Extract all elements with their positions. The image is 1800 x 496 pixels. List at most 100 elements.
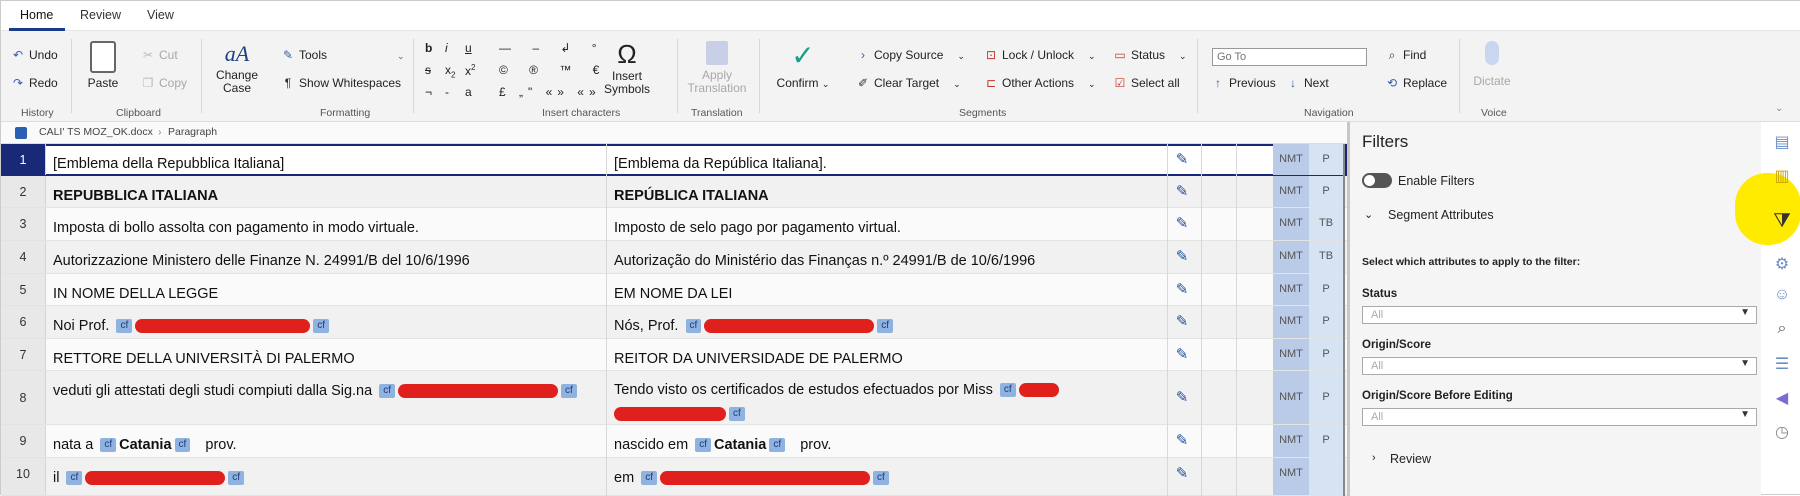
table-row[interactable]: 4 Autorizzazione Ministero delle Finanze… [1, 241, 1347, 274]
not-sign-button[interactable]: ¬ [425, 85, 432, 99]
origin-filter-select[interactable]: All ▼ [1362, 357, 1757, 375]
tag-chip[interactable]: cf [877, 319, 894, 334]
segment-attributes-header[interactable]: Segment Attributes [1388, 208, 1494, 222]
send-icon[interactable]: ◀ [1771, 388, 1793, 410]
target-text[interactable]: REPÚBLICA ITALIANA [614, 176, 1164, 209]
edit-pencil-icon[interactable]: ✎ [1171, 464, 1193, 482]
tag-chip[interactable]: cf [116, 319, 133, 334]
status-filter-select[interactable]: All ▼ [1362, 306, 1757, 324]
edit-pencil-icon[interactable]: ✎ [1171, 247, 1193, 265]
search-icon[interactable]: ⌕ [1771, 320, 1793, 342]
lock-unlock-button[interactable]: ⊡ Lock / Unlock ⌄ [984, 48, 1096, 62]
source-text[interactable]: IN NOME DELLA LEGGE [53, 274, 603, 307]
collapse-ribbon-icon[interactable]: ⌄ [1775, 103, 1783, 114]
previous-button[interactable]: ↑ Previous [1211, 76, 1276, 90]
other-actions-button[interactable]: ⊏ Other Actions ⌄ [984, 76, 1096, 90]
source-text[interactable]: REPUBBLICA ITALIANA [53, 176, 603, 209]
tag-chip[interactable]: cf [66, 471, 83, 486]
copy-button[interactable]: ❐ Copy [141, 76, 187, 90]
history-icon[interactable]: ◷ [1771, 422, 1793, 444]
edit-pencil-icon[interactable]: ✎ [1171, 345, 1193, 363]
chevron-down-icon[interactable]: ⌄ [1364, 208, 1373, 221]
breadcrumb-section[interactable]: Paragraph [168, 126, 217, 138]
target-cell[interactable]: em cf cf [614, 458, 1164, 491]
table-row[interactable]: 3 Imposta di bollo assolta con pagamento… [1, 208, 1347, 241]
apply-translation-button[interactable]: Apply Translation [684, 41, 750, 95]
confirm-button[interactable]: ✓ Confirm ⌄ [773, 39, 833, 90]
tag-chip[interactable]: cf [228, 471, 245, 486]
goto-input[interactable] [1212, 48, 1367, 66]
redo-button[interactable]: ↷ Redo [11, 76, 58, 90]
tag-chip[interactable]: cf [999, 383, 1016, 398]
underline-button[interactable]: u [465, 41, 472, 55]
table-row[interactable]: 7 RETTORE DELLA UNIVERSITÀ DI PALERMO RE… [1, 339, 1347, 371]
origin-before-filter-select[interactable]: All ▼ [1362, 408, 1757, 426]
edit-pencil-icon[interactable]: ✎ [1171, 312, 1193, 330]
bold-button[interactable]: b [425, 41, 432, 55]
tag-chip[interactable]: cf [561, 384, 577, 399]
source-text[interactable]: RETTORE DELLA UNIVERSITÀ DI PALERMO [53, 339, 603, 372]
edit-pencil-icon[interactable]: ✎ [1171, 431, 1193, 449]
italic-button[interactable]: i [445, 41, 448, 55]
table-row[interactable]: 9 nata a cf Catania cf prov. nascido em cf… [1, 425, 1347, 458]
target-cell[interactable]: nascido em cf Catania cf prov. [614, 425, 1164, 458]
strikethrough-button[interactable]: s [425, 63, 431, 77]
tag-chip[interactable]: cf [379, 384, 395, 399]
table-row[interactable]: 1 [Emblema della Repubblica Italiana] [E… [1, 144, 1347, 176]
dictate-button[interactable]: Dictate [1471, 41, 1513, 88]
change-case-button[interactable]: aA Change Case [214, 41, 260, 95]
replace-button[interactable]: ⟲ Replace [1385, 76, 1447, 90]
tag-chip[interactable]: cf [685, 319, 702, 334]
edit-pencil-icon[interactable]: ✎ [1171, 280, 1193, 298]
tab-review[interactable]: Review [80, 8, 121, 22]
source-cell[interactable]: nata a cf Catania cf prov. [53, 425, 603, 458]
document-icon[interactable]: ▤ [1771, 132, 1793, 154]
tag-chip[interactable]: cf [100, 438, 117, 453]
status-dropdown[interactable]: ▭ Status ⌄ [1113, 48, 1186, 62]
small-a-button[interactable]: a [465, 85, 472, 99]
source-cell[interactable]: Noi Prof. cf cf [53, 306, 603, 339]
clear-target-button[interactable]: ✐ Clear Target ⌄ [856, 76, 961, 90]
edit-pencil-icon[interactable]: ✎ [1171, 388, 1193, 406]
edit-pencil-icon[interactable]: ✎ [1171, 150, 1193, 168]
users-icon[interactable]: ☺ [1771, 286, 1793, 308]
dash-button[interactable]: - [445, 85, 449, 99]
notes-icon[interactable]: ▥ [1771, 166, 1793, 188]
tab-view[interactable]: View [147, 8, 174, 22]
select-all-button[interactable]: ☑ Select all [1113, 76, 1180, 90]
target-text[interactable]: REITOR DA UNIVERSIDADE DE PALERMO [614, 339, 1164, 372]
tag-chip[interactable]: cf [641, 471, 657, 486]
target-text[interactable]: Autorização do Ministério das Finanças n… [614, 241, 1164, 274]
insert-symbols-button[interactable]: Ω Insert Symbols [597, 39, 657, 96]
tag-chip[interactable]: cf [695, 438, 711, 453]
source-cell[interactable]: veduti gli attestati degli studi compiut… [53, 371, 603, 404]
edit-pencil-icon[interactable]: ✎ [1171, 214, 1193, 232]
edit-pencil-icon[interactable]: ✎ [1171, 182, 1193, 200]
source-text[interactable]: Autorizzazione Ministero delle Finanze N… [53, 241, 603, 274]
target-cell[interactable]: Nós, Prof. cf cf [614, 306, 1164, 339]
show-whitespaces-button[interactable]: ¶ Show Whitespaces [281, 76, 401, 90]
tag-chip[interactable]: cf [729, 407, 745, 422]
tab-home[interactable]: Home [20, 8, 53, 22]
qa-icon[interactable]: ⚙ [1771, 254, 1793, 276]
table-row[interactable]: 8 veduti gli attestati degli studi compi… [1, 371, 1347, 425]
copy-source-button[interactable]: › Copy Source ⌄ [856, 48, 965, 62]
source-text[interactable]: [Emblema della Repubblica Italiana] [53, 144, 603, 177]
table-row[interactable]: 6 Noi Prof. cf cf Nós, Prof. cf cf ✎ NMT P [1, 306, 1347, 339]
tag-chip[interactable]: cf [313, 319, 330, 334]
list-icon[interactable]: ☰ [1771, 354, 1793, 376]
cut-button[interactable]: ✂ Cut [141, 48, 178, 62]
target-text[interactable]: EM NOME DA LEI [614, 274, 1164, 307]
filter-icon[interactable]: ⧩ [1771, 210, 1793, 232]
tag-chip[interactable]: cf [769, 438, 786, 453]
grid-scrollbar[interactable] [1343, 144, 1345, 496]
find-button[interactable]: ⌕ Find [1385, 48, 1427, 63]
chevron-right-icon[interactable]: › [1372, 452, 1376, 464]
paste-button[interactable]: Paste [85, 41, 121, 90]
enable-filters-toggle[interactable] [1362, 173, 1392, 188]
table-row[interactable]: 5 IN NOME DELLA LEGGE EM NOME DA LEI ✎ N… [1, 274, 1347, 306]
quote-symbols[interactable]: £ „" «» «» [499, 85, 601, 99]
target-cell[interactable]: Tendo visto os certificados de estudos e… [614, 371, 1164, 426]
source-text[interactable]: Imposta di bollo assolta con pagamento i… [53, 208, 603, 241]
tools-dropdown[interactable]: ✎ Tools ⌄ [281, 48, 405, 62]
